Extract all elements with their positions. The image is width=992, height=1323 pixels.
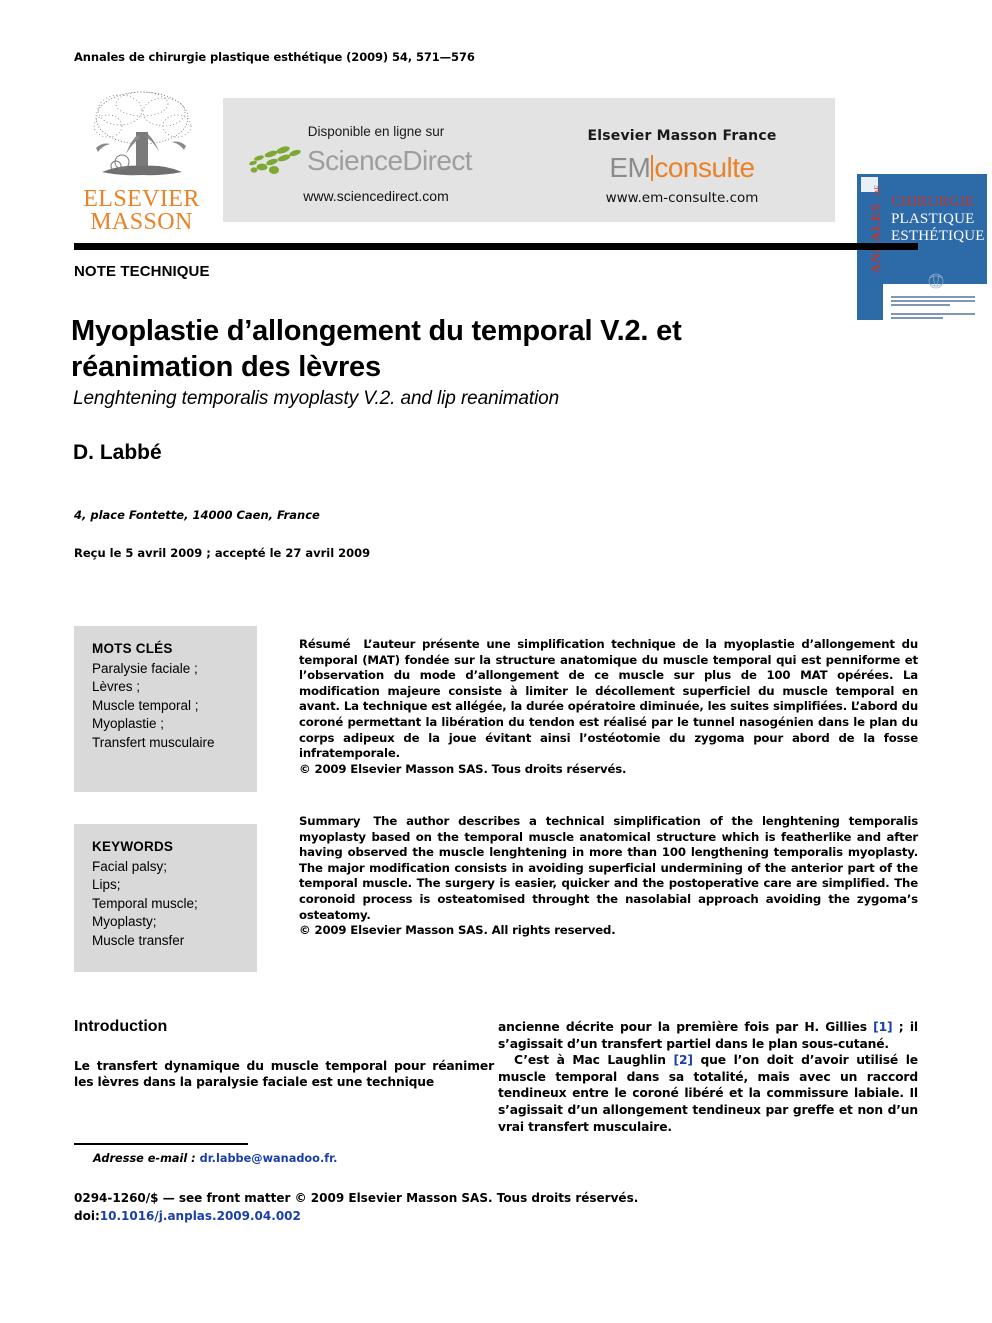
citation-link-2[interactable]: [2] bbox=[673, 1053, 693, 1067]
abstract-en-label: Summary bbox=[299, 814, 361, 828]
keywords-box-french: MOTS CLÉS Paralysie faciale ; Lèvres ; Mus… bbox=[74, 626, 257, 792]
cover-title-line1: CHIRURGIE bbox=[891, 194, 975, 210]
body-column-right: ancienne décrite pour la première fois p… bbox=[498, 1019, 918, 1135]
running-head: Annales de chirurgie plastique esthétiqu… bbox=[74, 50, 475, 64]
sciencedirect-logo: ScienceDirect bbox=[223, 145, 529, 180]
sciencedirect-url[interactable]: www.sciencedirect.com bbox=[223, 188, 529, 204]
elsevier-masson-logo: ELSEVIER MASSON bbox=[74, 86, 209, 234]
footer-front-matter: 0294-1260/$ — see front matter © 2009 El… bbox=[74, 1191, 639, 1205]
abstract-fr-rights: © 2009 Elsevier Masson SAS. Tous droits … bbox=[299, 761, 627, 776]
masthead: ELSEVIER MASSON Disponible en ligne sur bbox=[74, 86, 987, 320]
keywords-en-heading: KEYWORDS bbox=[92, 839, 174, 854]
article-subtitle: Lenghtening temporalis myoplasty V.2. an… bbox=[73, 388, 560, 409]
cover-title-line2: PLASTIQUE bbox=[891, 211, 975, 227]
keyword-item: Myoplastie ; bbox=[92, 716, 165, 731]
em-logo-consulte: consulte bbox=[654, 152, 755, 183]
cover-spine-label: ANNALES bbox=[868, 202, 883, 274]
footnote-divider bbox=[74, 1143, 248, 1145]
article-type-kicker: NOTE TECHNIQUE bbox=[74, 263, 210, 280]
keyword-item: Muscle temporal ; bbox=[92, 697, 199, 713]
abstract-english: Summary The author describes a technical … bbox=[299, 814, 918, 939]
elsevier-masson-france-label: Elsevier Masson France bbox=[587, 128, 777, 144]
em-logo-em: EM bbox=[609, 152, 651, 183]
author-affiliation: 4, place Fontette, 14000 Caen, France bbox=[74, 508, 320, 522]
footnote-email: Adresse e-mail : dr.labbe@wanadoo.fr. bbox=[93, 1152, 337, 1165]
sciencedirect-wordmark: ScienceDirect bbox=[307, 145, 473, 176]
footnote-label: Adresse e-mail : bbox=[93, 1152, 196, 1165]
article-page: Annales de chirurgie plastique esthétiqu… bbox=[0, 0, 992, 1323]
intro-paragraph-right-1: ancienne décrite pour la première fois p… bbox=[498, 1019, 918, 1052]
abstract-fr-text: L’auteur présente une simplification tec… bbox=[299, 637, 918, 761]
body-column-left: Introduction Le transfert dynamique du m… bbox=[74, 1018, 494, 1091]
keyword-item: Paralysie faciale ; bbox=[92, 660, 198, 676]
page-title: Myoplastie d’allongement du temporal V.2… bbox=[71, 315, 682, 384]
abstract-en-rights: © 2009 Elsevier Masson SAS. All rights r… bbox=[299, 923, 616, 938]
masthead-divider bbox=[74, 243, 918, 250]
page-footer: 0294-1260/$ — see front matter © 2009 El… bbox=[74, 1189, 918, 1225]
intro-paragraph-left: Le transfert dynamique du muscle tempora… bbox=[74, 1058, 494, 1090]
keyword-item: Temporal muscle; bbox=[92, 895, 198, 911]
doi-link[interactable]: 10.1016/j.anplas.2009.04.002 bbox=[100, 1209, 301, 1223]
keywords-en-list: Facial palsy; Lips; Temporal muscle; Myopla… bbox=[92, 858, 257, 951]
keyword-item: Lèvres ; bbox=[92, 679, 141, 694]
sciencedirect-leaves-icon bbox=[247, 146, 305, 178]
abstract-french: Résumé L’auteur présente une simplificati… bbox=[299, 637, 918, 777]
sciencedirect-block: Disponible en ligne sur ScienceDirect ww… bbox=[223, 98, 529, 222]
abstract-fr-label: Résumé bbox=[299, 637, 351, 651]
intro-right-1-text-a: ancienne décrite pour la première fois p… bbox=[498, 1020, 874, 1034]
keyword-item: Facial palsy; bbox=[92, 858, 168, 874]
abstract-en-text: The author describes a technical simplif… bbox=[299, 814, 918, 922]
elsevier-wordmark-line1: ELSEVIER bbox=[83, 186, 200, 212]
section-heading-introduction: Introduction bbox=[74, 1018, 168, 1035]
footnote-email-link[interactable]: dr.labbe@wanadoo.fr. bbox=[200, 1152, 338, 1165]
keywords-box-english: KEYWORDS Facial palsy; Lips; Temporal musc… bbox=[74, 824, 257, 972]
em-consulte-logo: EM consulte bbox=[529, 152, 835, 184]
author-name: D. Labbé bbox=[73, 441, 162, 464]
intro-paragraph-right-2: C’est à Mac Laughlin [2] que l’on doit d… bbox=[498, 1052, 918, 1135]
keywords-fr-list: Paralysie faciale ; Lèvres ; Muscle tempor… bbox=[92, 660, 257, 753]
keyword-item: Transfert musculaire bbox=[92, 734, 215, 750]
keyword-item: Myoplasty; bbox=[92, 914, 157, 929]
cover-titles: CHIRURGIE PLASTIQUE ESTHÉTIQUE bbox=[891, 194, 985, 245]
elsevier-wordmark-line2: MASSON bbox=[90, 209, 193, 235]
cover-emblem-icon bbox=[923, 270, 949, 292]
elsevier-tree-icon bbox=[82, 88, 202, 186]
doi-label: doi: bbox=[74, 1209, 100, 1223]
em-consulte-block: Elsevier Masson France EM consulte www.em… bbox=[529, 98, 835, 222]
keyword-item: Lips; bbox=[92, 877, 121, 892]
cover-fineprint bbox=[891, 296, 975, 320]
keyword-item: Muscle transfer bbox=[92, 932, 185, 948]
keywords-fr-heading: MOTS CLÉS bbox=[92, 641, 173, 656]
em-consulte-url[interactable]: www.em-consulte.com bbox=[529, 190, 835, 206]
intro-right-2-text-a: C’est à Mac Laughlin bbox=[514, 1053, 674, 1068]
article-history: Reçu le 5 avril 2009 ; accepté le 27 avr… bbox=[74, 546, 371, 560]
elsevier-wordmark: ELSEVIER MASSON bbox=[74, 186, 209, 235]
sciencedirect-available-text: Disponible en ligne sur bbox=[307, 124, 445, 139]
footer-doi: doi:10.1016/j.anplas.2009.04.002 bbox=[74, 1207, 918, 1225]
citation-link-1[interactable]: [1] bbox=[873, 1020, 893, 1034]
